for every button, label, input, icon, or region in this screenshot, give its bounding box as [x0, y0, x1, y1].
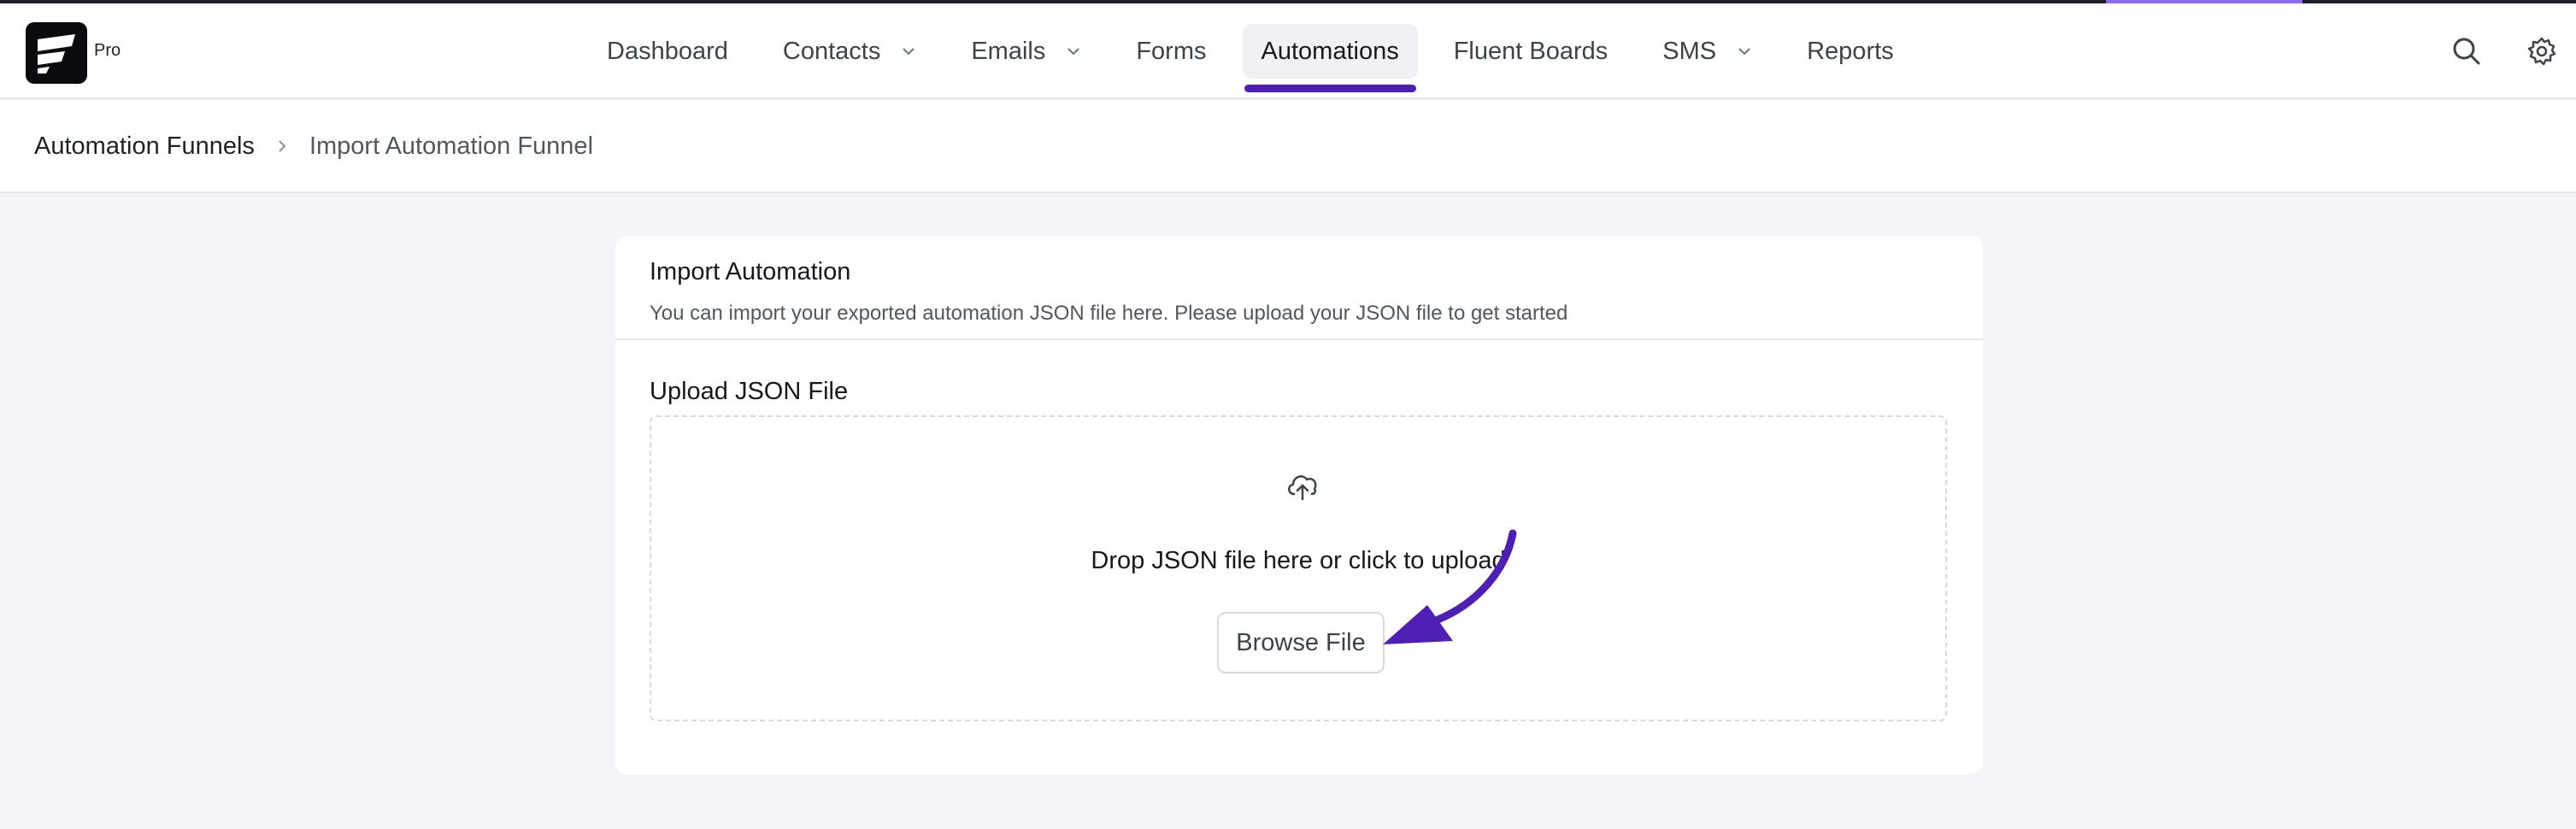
fluentcrm-logo[interactable] — [26, 22, 87, 84]
browse-file-button[interactable]: Browse File — [1217, 612, 1385, 673]
nav-reports[interactable]: Reports — [1788, 24, 1913, 79]
card-description: You can import your exported automation … — [650, 302, 1568, 325]
nav-label: SMS — [1662, 37, 1717, 65]
chevron-down-icon — [1067, 48, 1080, 56]
chevron-down-icon — [1738, 48, 1750, 56]
nav-label: Forms — [1136, 37, 1207, 65]
top-header: Pro Dashboard Contacts Emails Forms Auto… — [0, 3, 2576, 99]
drop-instructions: Drop JSON file here or click to upload — [1091, 547, 1506, 574]
breadcrumb: Automation Funnels Import Automation Fun… — [0, 101, 2576, 193]
main-nav: Dashboard Contacts Emails Forms Automati… — [588, 3, 1930, 99]
nav-forms[interactable]: Forms — [1117, 24, 1225, 79]
nav-label: Contacts — [782, 37, 881, 65]
nav-emails[interactable]: Emails — [952, 24, 1100, 79]
card-body: Upload JSON File — [615, 378, 1983, 406]
json-dropzone[interactable]: Drop JSON file here or click to upload B… — [650, 415, 1947, 721]
nav-automations[interactable]: Automations — [1242, 24, 1418, 92]
card-title: Import Automation — [650, 258, 851, 285]
nav-sms[interactable]: SMS — [1644, 24, 1771, 79]
search-icon[interactable] — [2451, 36, 2482, 67]
nav-label: Emails — [971, 37, 1046, 65]
breadcrumb-current: Import Automation Funnel — [309, 132, 594, 160]
nav-fluent-boards[interactable]: Fluent Boards — [1435, 24, 1627, 79]
nav-contacts[interactable]: Contacts — [764, 24, 935, 79]
nav-label: Fluent Boards — [1453, 37, 1609, 65]
chevron-down-icon — [903, 48, 915, 56]
gear-icon[interactable] — [2526, 36, 2557, 67]
annotation-arrow-icon — [1383, 529, 1517, 644]
import-automation-card: Import Automation You can import your ex… — [615, 236, 1983, 774]
nav-label: Dashboard — [607, 37, 728, 65]
cloud-upload-icon — [1288, 475, 1317, 501]
nav-dashboard[interactable]: Dashboard — [588, 24, 747, 79]
upload-json-label: Upload JSON File — [650, 378, 849, 405]
nav-label: Automations — [1261, 37, 1399, 65]
nav-label: Reports — [1807, 37, 1894, 65]
chevron-right-icon — [279, 140, 286, 152]
breadcrumb-parent-link[interactable]: Automation Funnels — [34, 132, 255, 161]
card-header: Import Automation You can import your ex… — [615, 236, 1983, 340]
pro-badge: Pro — [94, 41, 121, 60]
